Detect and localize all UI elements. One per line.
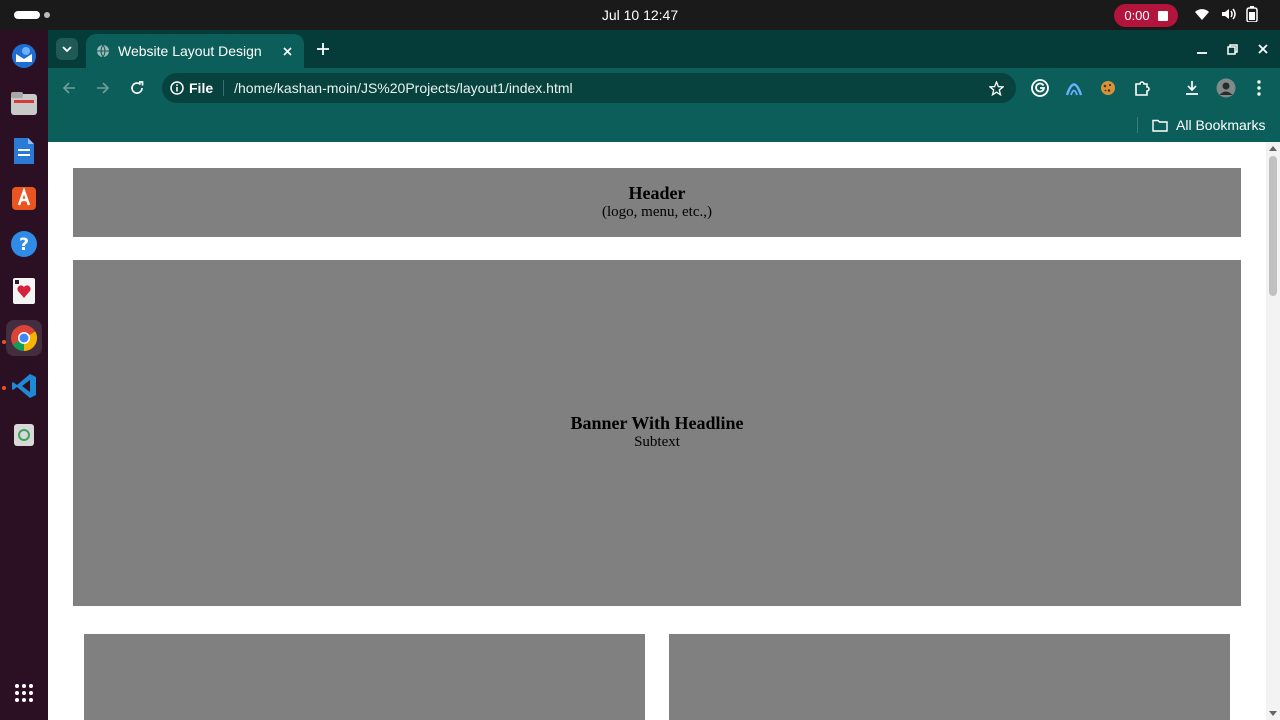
tab-website-layout-design[interactable]: Website Layout Design	[86, 34, 304, 68]
reload-button[interactable]	[126, 77, 148, 99]
folder-icon	[1152, 119, 1168, 132]
stop-icon	[1157, 10, 1168, 21]
omnibox-divider	[223, 80, 225, 96]
close-window-button[interactable]	[1253, 39, 1273, 59]
clock-label[interactable]: Jul 10 12:47	[602, 7, 678, 23]
tab-title: Website Layout Design	[118, 43, 262, 59]
minimize-icon	[1197, 52, 1207, 54]
bookmarks-divider	[1137, 117, 1138, 133]
kebab-menu-icon	[1257, 80, 1261, 96]
banner-subtext: Subtext	[634, 434, 680, 450]
dock: ?	[0, 30, 48, 720]
restore-icon	[1226, 43, 1238, 55]
svg-text:?: ?	[19, 235, 29, 255]
plus-icon	[317, 43, 329, 55]
system-top-bar: Jul 10 12:47 0:00	[0, 0, 1280, 30]
back-button[interactable]	[58, 77, 80, 99]
trash-icon[interactable]	[6, 416, 42, 452]
info-icon	[170, 81, 184, 95]
reload-icon	[131, 81, 144, 94]
files-icon[interactable]	[6, 86, 42, 122]
minimize-button[interactable]	[1192, 39, 1212, 59]
chrome-icon[interactable]	[6, 320, 42, 356]
all-bookmarks-label: All Bookmarks	[1176, 117, 1266, 133]
grammarly-extension[interactable]	[1029, 77, 1051, 99]
running-indicator	[2, 386, 6, 390]
page-header-section: Header (logo, menu, etc.,)	[73, 168, 1241, 237]
restore-button[interactable]	[1222, 39, 1242, 59]
apps-grid-icon[interactable]	[6, 675, 42, 711]
thunderbird-icon[interactable]	[6, 38, 42, 74]
extensions-button[interactable]	[1131, 77, 1153, 99]
content-column-left	[84, 634, 645, 720]
screen-recording-indicator[interactable]: 0:00	[1114, 4, 1178, 27]
url-text[interactable]: /home/kashan-moin/JS%20Projects/layout1/…	[234, 80, 986, 96]
chevron-down-icon	[62, 46, 72, 52]
page-viewport: Header (logo, menu, etc.,) Banner With H…	[48, 142, 1266, 720]
writer-icon[interactable]	[6, 133, 42, 169]
activities-indicator[interactable]	[14, 11, 50, 19]
page-banner-section: Banner With Headline Subtext	[73, 260, 1241, 606]
tab-search-button[interactable]	[56, 38, 78, 60]
star-icon	[988, 80, 1004, 96]
wifi-icon	[1195, 9, 1209, 20]
download-icon	[1186, 81, 1198, 95]
scrollbar-thumb[interactable]	[1269, 156, 1277, 296]
solitaire-icon[interactable]	[6, 273, 42, 309]
battery-icon	[1246, 6, 1258, 22]
avatar	[1216, 78, 1236, 98]
address-bar[interactable]: File /home/kashan-moin/JS%20Projects/lay…	[162, 73, 1016, 103]
workspace-indicator	[44, 12, 50, 18]
profile-button[interactable]	[1215, 77, 1237, 99]
browser-menu-button[interactable]	[1248, 77, 1270, 99]
arrow-right-icon	[97, 82, 110, 94]
grammarly-icon	[1031, 79, 1049, 97]
header-subtitle: (logo, menu, etc.,)	[602, 204, 712, 220]
forward-button[interactable]	[92, 77, 114, 99]
bookmarks-bar: All Bookmarks	[48, 108, 1280, 142]
puzzle-icon	[1134, 80, 1150, 96]
workspace-active-indicator	[14, 11, 40, 19]
clock: Jul 10 12:47	[0, 7, 1280, 23]
scroll-down-arrow-icon[interactable]	[1269, 711, 1277, 716]
content-column-right	[669, 634, 1230, 720]
scroll-up-arrow-icon[interactable]	[1269, 146, 1277, 151]
help-icon[interactable]: ?	[6, 226, 42, 262]
browser-window: Website Layout Design File /home/kashan-…	[48, 30, 1280, 720]
close-icon	[282, 46, 292, 56]
vpn-extension[interactable]	[1063, 77, 1085, 99]
vscode-icon[interactable]	[6, 368, 42, 404]
tab-strip: Website Layout Design	[48, 30, 1280, 68]
banner-headline: Banner With Headline	[570, 413, 744, 433]
system-tray[interactable]	[1194, 6, 1258, 22]
page-scrollbar[interactable]	[1266, 142, 1280, 720]
volume-icon	[1222, 8, 1236, 20]
globe-icon	[97, 44, 109, 58]
close-icon	[1258, 44, 1268, 54]
scheme-label: File	[189, 80, 214, 96]
all-bookmarks-button[interactable]: All Bookmarks	[1152, 115, 1265, 135]
app-center-icon[interactable]	[6, 179, 42, 215]
cookie-icon	[1101, 81, 1115, 95]
running-indicator	[2, 340, 6, 344]
arrow-left-icon	[62, 82, 75, 94]
downloads-button[interactable]	[1181, 77, 1203, 99]
cookie-extension[interactable]	[1097, 77, 1119, 99]
browser-toolbar: File /home/kashan-moin/JS%20Projects/lay…	[48, 68, 1280, 108]
header-title: Header	[628, 183, 686, 203]
close-tab-button[interactable]	[276, 40, 298, 62]
site-info-button[interactable]: File	[170, 80, 213, 96]
arc-icon	[1065, 83, 1083, 96]
recording-time: 0:00	[1124, 8, 1150, 23]
new-tab-button[interactable]	[312, 38, 334, 60]
bookmark-star-button[interactable]	[986, 78, 1006, 98]
